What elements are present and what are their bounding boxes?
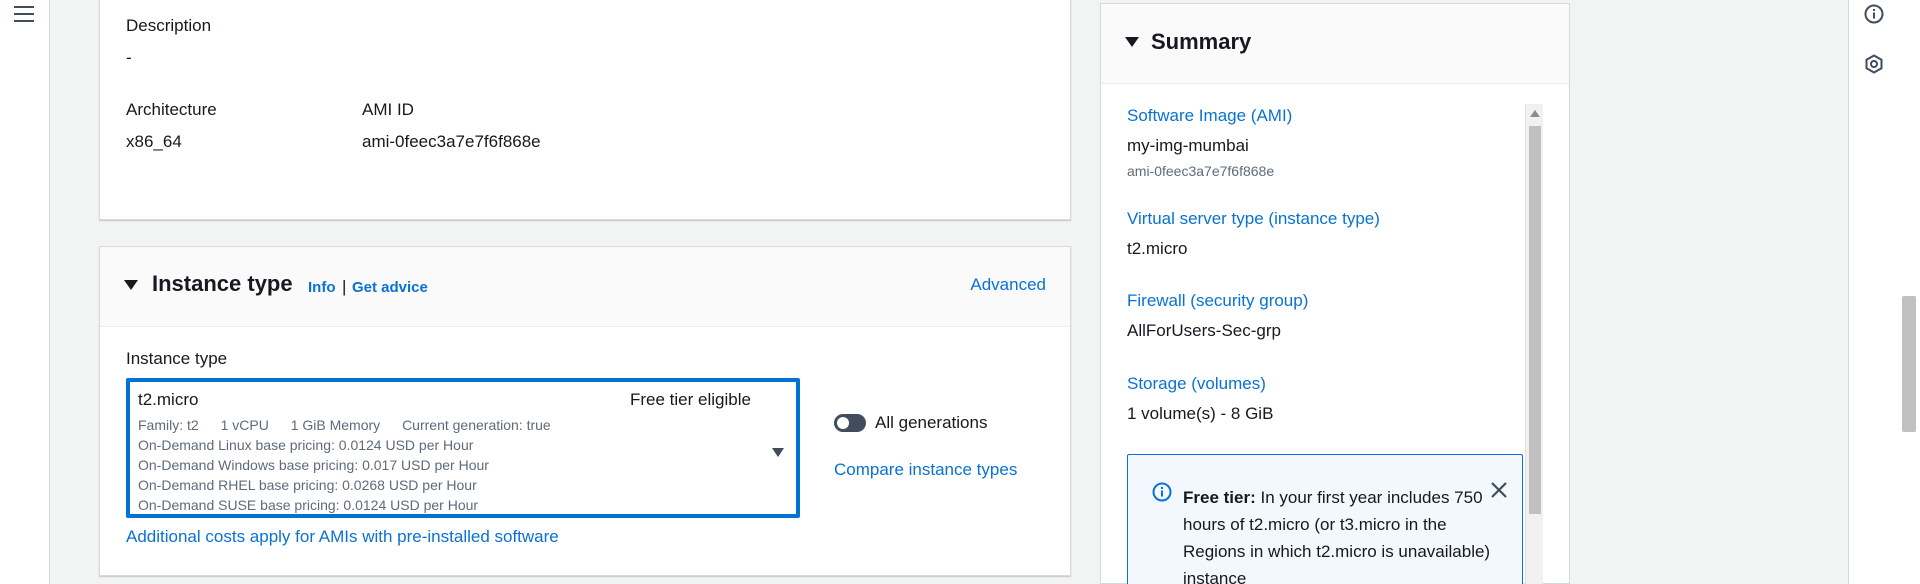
free-tier-message: Free tier: In your first year includes 7… bbox=[1183, 484, 1493, 584]
close-icon[interactable] bbox=[1490, 481, 1508, 499]
family-text: Family: t2 bbox=[138, 417, 199, 433]
vcpu-text: 1 vCPU bbox=[220, 417, 269, 433]
scroll-up-arrow-icon[interactable] bbox=[1530, 110, 1540, 117]
pricing-suse: On-Demand SUSE base pricing: 0.0124 USD … bbox=[138, 497, 479, 513]
ami-id-value: ami-0feec3a7e7f6f868e bbox=[362, 132, 541, 151]
ami-details-card: Description - Architecture x86_64 AMI ID… bbox=[99, 0, 1071, 220]
advanced-link[interactable]: Advanced bbox=[970, 275, 1046, 295]
summary-panel: Summary Software Image (AMI) my-img-mumb… bbox=[1100, 3, 1570, 584]
summary-header: Summary bbox=[1101, 4, 1569, 84]
ami-id-label: AMI ID bbox=[362, 100, 414, 119]
free-tier-badge: Free tier eligible bbox=[630, 390, 751, 409]
instance-specs: Family: t2 1 vCPU 1 GiB Memory Current g… bbox=[138, 417, 551, 433]
summary-title: Summary bbox=[1151, 29, 1252, 54]
software-image-name: my-img-mumbai bbox=[1127, 136, 1249, 155]
instance-type-header: Instance type Info | Get advice Advanced bbox=[100, 247, 1070, 327]
description-value: - bbox=[126, 48, 132, 67]
firewall-link[interactable]: Firewall (security group) bbox=[1127, 291, 1308, 311]
left-navigation-strip bbox=[0, 0, 50, 584]
caret-down-icon[interactable] bbox=[1125, 37, 1139, 47]
right-tools-rail bbox=[1848, 0, 1898, 584]
info-circle-icon bbox=[1152, 482, 1172, 502]
summary-scrollbar[interactable] bbox=[1525, 104, 1543, 584]
software-image-link[interactable]: Software Image (AMI) bbox=[1127, 106, 1292, 126]
instance-type-title: Instance type bbox=[152, 271, 293, 296]
software-image-id: ami-0feec3a7e7f6f868e bbox=[1127, 163, 1275, 179]
instance-type-card: Instance type Info | Get advice Advanced… bbox=[99, 246, 1071, 576]
memory-text: 1 GiB Memory bbox=[290, 417, 381, 433]
compare-instance-types-link[interactable]: Compare instance types bbox=[834, 460, 1017, 480]
caret-down-icon[interactable] bbox=[124, 280, 138, 290]
instance-type-select[interactable]: t2.micro Free tier eligible Family: t2 1… bbox=[126, 378, 800, 518]
storage-value: 1 volume(s) - 8 GiB bbox=[1127, 404, 1274, 423]
server-type-value: t2.micro bbox=[1127, 239, 1188, 258]
get-advice-link[interactable]: Get advice bbox=[352, 279, 428, 296]
summary-scroll-thumb[interactable] bbox=[1529, 126, 1541, 514]
dropdown-caret-icon[interactable] bbox=[772, 448, 784, 457]
pricing-windows: On-Demand Windows base pricing: 0.017 US… bbox=[138, 457, 489, 473]
additional-costs-link[interactable]: Additional costs apply for AMIs with pre… bbox=[126, 527, 559, 547]
all-generations-label: All generations bbox=[875, 413, 988, 432]
info-link[interactable]: Info bbox=[308, 279, 336, 296]
pricing-linux: On-Demand Linux base pricing: 0.0124 USD… bbox=[138, 437, 474, 453]
storage-link[interactable]: Storage (volumes) bbox=[1127, 374, 1266, 394]
selected-instance-name: t2.micro bbox=[138, 390, 199, 409]
hexagon-icon[interactable] bbox=[1864, 54, 1884, 74]
generation-text: Current generation: true bbox=[402, 417, 551, 433]
page-scrollbar[interactable] bbox=[1898, 0, 1920, 584]
architecture-label: Architecture bbox=[126, 100, 217, 119]
free-tier-alert: Free tier: In your first year includes 7… bbox=[1127, 454, 1523, 584]
all-generations-toggle[interactable] bbox=[834, 414, 866, 432]
info-icon[interactable] bbox=[1864, 4, 1884, 24]
description-label: Description bbox=[126, 16, 212, 35]
link-separator: | bbox=[342, 277, 347, 296]
server-type-link[interactable]: Virtual server type (instance type) bbox=[1127, 209, 1380, 229]
menu-icon[interactable] bbox=[14, 6, 36, 24]
instance-type-field-label: Instance type bbox=[126, 349, 228, 368]
free-tier-bold: Free tier: bbox=[1183, 488, 1256, 507]
page-scroll-thumb[interactable] bbox=[1902, 296, 1916, 432]
pricing-rhel: On-Demand RHEL base pricing: 0.0268 USD … bbox=[138, 477, 477, 493]
architecture-value: x86_64 bbox=[126, 132, 182, 151]
firewall-value: AllForUsers-Sec-grp bbox=[1127, 321, 1281, 340]
